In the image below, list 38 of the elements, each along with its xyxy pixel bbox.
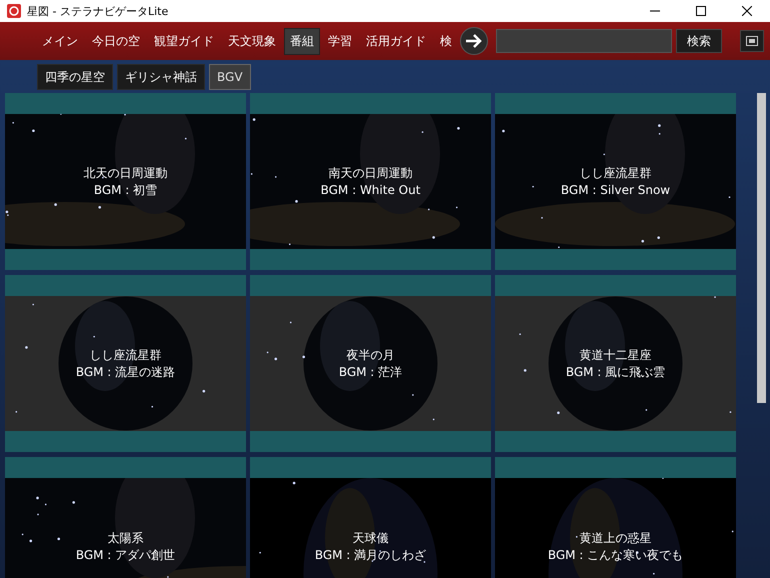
nav-tab[interactable]: 今日の空: [86, 28, 146, 54]
nav-tab[interactable]: 活用ガイド: [360, 28, 432, 54]
app-icon: [7, 4, 21, 18]
arrow-right-icon[interactable]: [460, 27, 488, 55]
bgm-label: BGM : 流星の迷路: [76, 364, 176, 380]
program-title[interactable]: しし座流星群: [580, 164, 652, 182]
bgm-label: BGM : Silver Snow: [560, 182, 670, 198]
search-field[interactable]: [496, 29, 672, 53]
bgm-label: BGM : 風に飛ぶ雲: [566, 364, 666, 380]
bgm-label: BGM : 満月のしわざ: [314, 547, 426, 564]
maximize-icon[interactable]: [696, 6, 706, 16]
program-title[interactable]: 黄道上の惑星: [580, 530, 652, 547]
window-icon[interactable]: [740, 30, 764, 52]
search-button[interactable]: 検索: [676, 29, 722, 53]
program-title[interactable]: 北天の日周運動: [84, 164, 168, 182]
scrollbar[interactable]: [757, 93, 766, 403]
category-tab[interactable]: 四季の星空: [37, 64, 113, 90]
bgm-label: BGM : こんな寒い夜でも: [548, 547, 684, 564]
nav-tab[interactable]: 検: [434, 28, 458, 54]
window-title: 星図 - ステラナビゲータLite: [27, 4, 170, 18]
nav-tab[interactable]: 観望ガイド: [148, 28, 220, 54]
bgm-label: BGM : アダパ創世: [76, 547, 176, 564]
bgm-label: BGM : 初雪: [94, 182, 158, 198]
nav-tab[interactable]: 番組: [284, 28, 320, 54]
bgm-label: BGM : White Out: [320, 182, 420, 198]
program-title[interactable]: 南天の日周運動: [328, 164, 412, 182]
nav-tab[interactable]: 学習: [322, 28, 358, 54]
program-title[interactable]: 黄道十二星座: [580, 346, 652, 364]
close-icon[interactable]: [742, 6, 752, 16]
program-title[interactable]: 太陽系: [108, 530, 144, 547]
program-title[interactable]: しし座流星群: [90, 346, 162, 364]
program-title[interactable]: 夜半の月: [346, 346, 394, 364]
nav-tab[interactable]: メイン: [36, 28, 84, 54]
program-title[interactable]: 天球儀: [352, 530, 388, 547]
nav-tab[interactable]: 天文現象: [222, 28, 282, 54]
bgm-label: BGM : 茫洋: [338, 364, 402, 380]
category-tab[interactable]: ギリシャ神話: [117, 64, 205, 90]
category-tab[interactable]: BGV: [209, 64, 251, 90]
